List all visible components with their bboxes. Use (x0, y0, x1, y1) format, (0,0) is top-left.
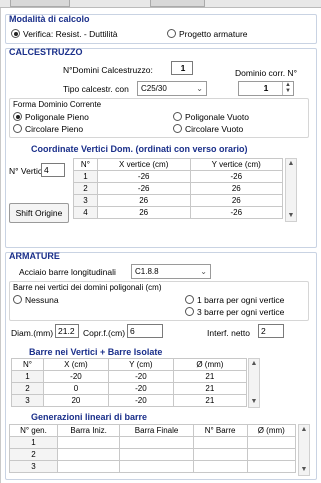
col-n-barre: N° Barre (192, 424, 248, 437)
col-n-gen: N° gen. (9, 424, 58, 437)
col-diam: Ø (mm) (246, 424, 297, 437)
radio-circolare-pieno[interactable] (13, 124, 22, 133)
tab-next[interactable] (150, 0, 205, 7)
scroll-down-icon[interactable]: ▼ (249, 397, 259, 407)
scroll-up-icon[interactable]: ▲ (286, 159, 296, 169)
reinforcement-title: ARMATURE (9, 251, 60, 261)
acciaio-select[interactable]: C1.8.8 ⌄ (131, 264, 211, 279)
radio-poligonale-vuoto[interactable] (173, 112, 182, 121)
col-barra-iniz: Barra Iniz. (56, 424, 121, 437)
n-domini-label: N°Domini Calcestruzzo: (63, 65, 153, 75)
n-vertici-input[interactable]: 4 (41, 163, 65, 177)
radio-1-barra-label: 1 barra per ogni vertice (197, 295, 285, 305)
radio-verifica-label: Verifica: Resist. - Duttilità (23, 29, 118, 39)
n-domini-input[interactable]: 1 (171, 61, 193, 75)
scroll-up-icon[interactable]: ▲ (299, 425, 309, 435)
concrete-title: CALCESTRUZZO (9, 47, 83, 57)
dominio-corr-label: Dominio corr. N° (235, 68, 297, 78)
shift-origine-button[interactable]: Shift Origine (9, 203, 69, 223)
scroll-down-icon[interactable]: ▼ (286, 211, 296, 221)
gen-title: Generazioni lineari di barre (31, 412, 148, 422)
chevron-down-icon: ⌄ (196, 84, 203, 93)
copr-label: Copr.f.(cm) (83, 328, 126, 338)
col-x: X (cm) (42, 358, 110, 371)
col-y: Y vertice (cm) (189, 158, 284, 171)
table-row[interactable]: 3 20 -20 21 (11, 394, 248, 407)
scroll-up-icon[interactable]: ▲ (249, 359, 259, 369)
diam-input[interactable]: 21.2 (55, 324, 79, 338)
tab-previous[interactable] (10, 0, 70, 7)
table-row[interactable]: 4 26 -26 (73, 206, 284, 219)
generations-table: N° gen. Barra Iniz. Barra Finale N° Barr… (9, 424, 297, 473)
radio-progetto-label: Progetto armature (179, 29, 248, 39)
table-row[interactable]: 2 -26 26 (73, 182, 284, 195)
vertici-bars-label: Barre nei vertici dei domini poligonali … (13, 283, 162, 292)
diam-label: Diam.(mm) (11, 328, 54, 338)
radio-poligonale-vuoto-label: Poligonale Vuoto (185, 112, 249, 122)
dominio-corr-spinner[interactable]: 1 ▲ ▼ (238, 81, 294, 96)
tipo-cls-select[interactable]: C25/30 ⌄ (137, 81, 207, 96)
acciaio-value: C1.8.8 (135, 267, 159, 276)
col-diam: Ø (mm) (172, 358, 248, 371)
col-x: X vertice (cm) (96, 158, 191, 171)
radio-circolare-pieno-label: Circolare Pieno (25, 124, 84, 134)
coord-title: Coordinate Vertici Dom. (ordinati con ve… (31, 144, 248, 154)
table-row[interactable]: 3 26 26 (73, 194, 284, 207)
n-vertici-label: N° Vertici (9, 166, 45, 176)
table-row[interactable]: 2 0 -20 21 (11, 382, 248, 395)
bars-table: N° X (cm) Y (cm) Ø (mm) 1 -20 -20 21 2 0 -20 2… (11, 358, 248, 407)
tipo-cls-value: C25/30 (141, 84, 167, 93)
radio-nessuna[interactable] (13, 295, 22, 304)
chevron-down-icon: ⌄ (200, 267, 207, 276)
bars-scrollbar[interactable]: ▲ ▼ (248, 358, 260, 408)
radio-circolare-vuoto-label: Circolare Vuoto (185, 124, 244, 134)
barre-title: Barre nei Vertici + Barre Isolate (29, 347, 163, 357)
table-row[interactable]: 3 (9, 460, 297, 473)
radio-poligonale-pieno[interactable] (13, 112, 22, 121)
acciaio-label: Acciaio barre longitudinali (19, 267, 116, 277)
radio-progetto[interactable] (167, 29, 176, 38)
table-row[interactable]: 1 -26 -26 (73, 170, 284, 183)
radio-verifica[interactable] (11, 29, 20, 38)
spinner-arrows[interactable]: ▲ ▼ (282, 82, 293, 95)
forma-label: Forma Dominio Corrente (13, 100, 102, 109)
radio-3-barre[interactable] (185, 307, 194, 316)
interf-label: Interf. netto (207, 328, 250, 338)
radio-3-barre-label: 3 barre per ogni vertice (197, 307, 285, 317)
tipo-cls-label: Tipo calcestr. con (63, 84, 129, 94)
radio-circolare-vuoto[interactable] (173, 124, 182, 133)
col-n: N° (11, 358, 44, 371)
vertices-scrollbar[interactable]: ▲ ▼ (285, 158, 297, 222)
interf-input[interactable]: 2 (258, 324, 284, 338)
radio-poligonale-pieno-label: Poligonale Pieno (25, 112, 89, 122)
calc-mode-title: Modalità di calcolo (9, 14, 90, 24)
scroll-down-icon[interactable]: ▼ (299, 465, 309, 475)
col-y: Y (cm) (108, 358, 174, 371)
table-row[interactable]: 1 (9, 436, 297, 449)
table-row[interactable]: 1 -20 -20 21 (11, 370, 248, 383)
col-n: N° (73, 158, 98, 171)
generations-scrollbar[interactable]: ▲ ▼ (298, 424, 310, 476)
input-panel: Modalità di calcolo Verifica: Resist. - … (0, 8, 321, 483)
top-tab-strip (0, 0, 321, 8)
table-row[interactable]: 2 (9, 448, 297, 461)
radio-nessuna-label: Nessuna (25, 295, 59, 305)
vertices-table: N° X vertice (cm) Y vertice (cm) 1 -26 -26… (73, 158, 284, 219)
dominio-corr-value: 1 (263, 83, 269, 93)
copr-input[interactable]: 6 (127, 324, 163, 338)
radio-1-barra[interactable] (185, 295, 194, 304)
col-barra-finale: Barra Finale (119, 424, 194, 437)
